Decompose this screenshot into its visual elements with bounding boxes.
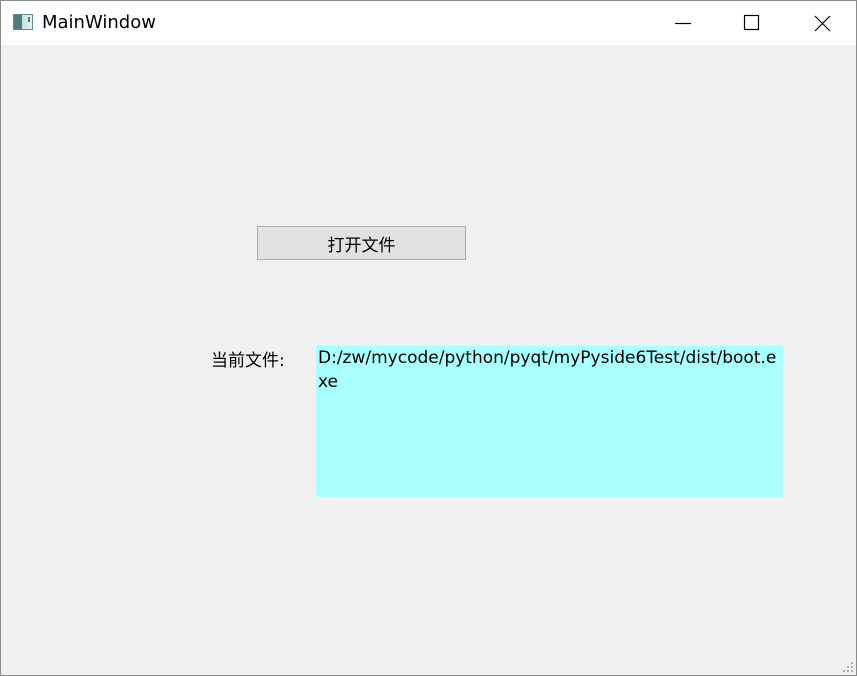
resize-grip-icon[interactable] <box>842 661 854 673</box>
app-window-icon <box>13 14 33 30</box>
window-title: MainWindow <box>42 12 156 33</box>
main-window: MainWindow 打开文件 当前文件: D:/zw/mycode/pytho… <box>0 0 857 676</box>
minimize-icon <box>675 22 691 25</box>
client-area: 打开文件 当前文件: D:/zw/mycode/python/pyqt/myPy… <box>1 45 856 675</box>
close-button[interactable] <box>799 1 845 45</box>
current-file-path-display: D:/zw/mycode/python/pyqt/myPyside6Test/d… <box>316 346 783 497</box>
current-file-label: 当前文件: <box>211 351 285 371</box>
close-icon <box>814 15 831 32</box>
open-file-button[interactable]: 打开文件 <box>257 226 466 260</box>
title-bar[interactable]: MainWindow <box>1 1 856 45</box>
maximize-button[interactable] <box>729 1 775 45</box>
maximize-icon <box>743 14 760 31</box>
minimize-button[interactable] <box>660 1 706 45</box>
